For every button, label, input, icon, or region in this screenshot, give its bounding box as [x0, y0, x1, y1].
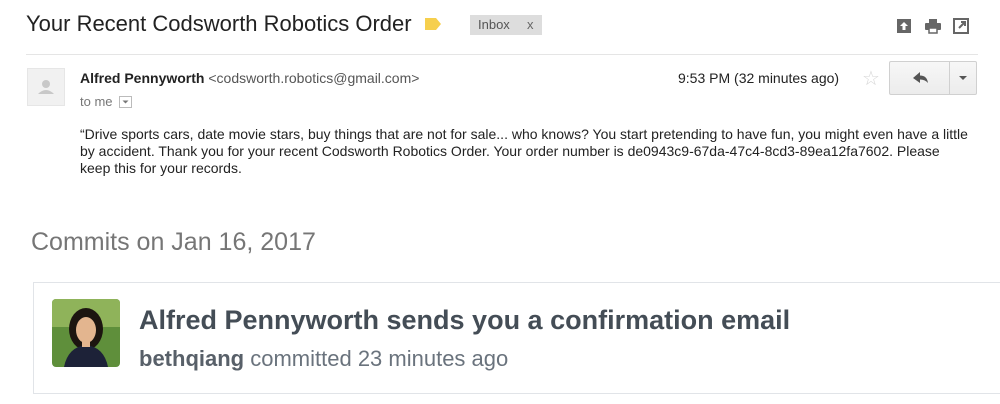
reply-button[interactable] [889, 61, 949, 95]
committer-avatar[interactable] [52, 299, 120, 367]
star-icon[interactable]: ☆ [862, 66, 880, 91]
sender-email: <codsworth.robotics@gmail.com> [208, 70, 420, 86]
print-all-icon[interactable] [895, 17, 913, 35]
email-subject: Your Recent Codsworth Robotics Order [26, 11, 412, 36]
subject-bar: Your Recent Codsworth Robotics Order Inb… [0, 0, 1000, 54]
sender-name[interactable]: Alfred Pennyworth [80, 70, 204, 86]
reply-icon [913, 72, 928, 83]
inbox-label-text: Inbox [478, 17, 510, 32]
email-timestamp: 9:53 PM (32 minutes ago) [678, 70, 840, 86]
inbox-label-chip[interactable]: Inbox x [470, 15, 542, 35]
label-icon[interactable] [425, 18, 441, 30]
commit-time-text: committed 23 minutes ago [250, 346, 509, 371]
email-body: “Drive sports cars, date movie stars, bu… [80, 126, 968, 176]
commits-date-heading: Commits on Jan 16, 2017 [31, 228, 316, 256]
sender-line: Alfred Pennyworth <codsworth.robotics@gm… [80, 70, 419, 86]
header-divider [26, 54, 978, 55]
sender-avatar-icon [38, 80, 54, 94]
new-window-icon[interactable] [952, 17, 970, 35]
commit-meta: bethqiang committed 23 minutes ago [139, 346, 508, 372]
to-me-label: to me [80, 94, 113, 109]
recipient-line: to me [80, 94, 133, 109]
sender-avatar [27, 68, 65, 106]
recipient-details-toggle[interactable] [119, 96, 133, 108]
commit-title-link[interactable]: Alfred Pennyworth sends you a confirmati… [139, 305, 790, 336]
more-options-icon [959, 76, 967, 80]
commit-author-link[interactable]: bethqiang [139, 346, 244, 371]
chevron-down-icon [122, 100, 129, 104]
avatar-image [52, 299, 120, 367]
remove-label-button[interactable]: x [527, 15, 534, 35]
print-icon[interactable] [924, 17, 942, 35]
more-options-button[interactable] [949, 61, 977, 95]
commit-card [33, 282, 1000, 394]
